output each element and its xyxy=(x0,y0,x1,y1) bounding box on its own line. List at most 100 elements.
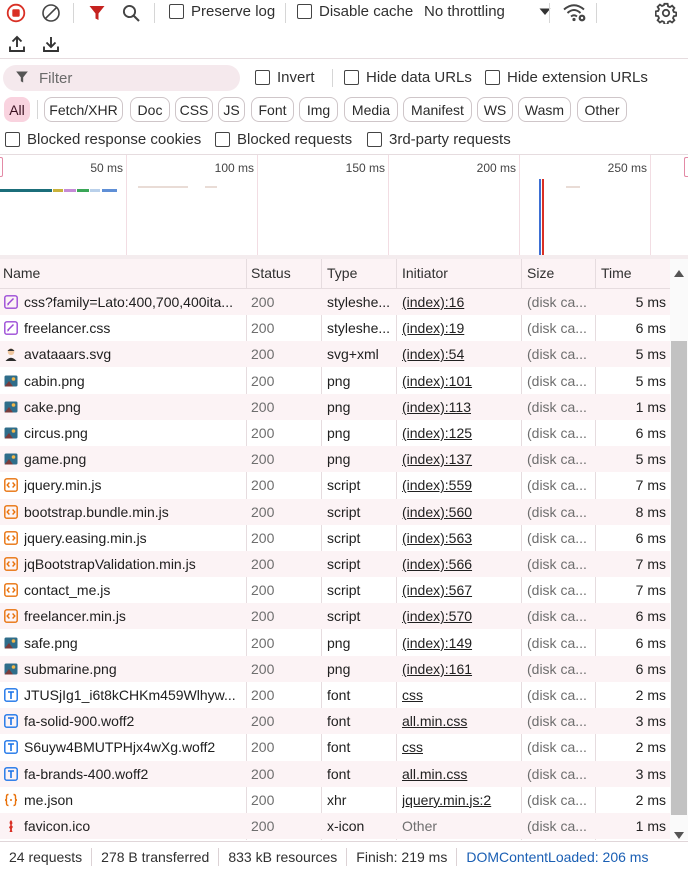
chip-wasm[interactable]: Wasm xyxy=(518,97,571,122)
request-initiator[interactable]: all.min.css xyxy=(402,761,522,787)
request-initiator[interactable]: (index):559 xyxy=(402,472,522,498)
request-name: jquery.min.js xyxy=(24,477,102,494)
invert-checkbox[interactable]: Invert xyxy=(255,69,315,86)
table-row[interactable]: jquery.easing.min.js 200 script (index):563… xyxy=(0,525,670,551)
request-initiator[interactable]: (index):101 xyxy=(402,368,522,394)
chip-all[interactable]: All xyxy=(4,97,30,122)
table-row[interactable]: JTUSjIg1_i6t8kCHKm459Wlhyw... 200 font css (… xyxy=(0,682,670,708)
table-row[interactable]: fa-brands-400.woff2 200 font all.min.css (di… xyxy=(0,760,670,787)
scrollbar-thumb[interactable] xyxy=(671,341,687,815)
hide-data-urls-checkbox[interactable]: Hide data URLs xyxy=(344,69,472,86)
column-header-status[interactable]: Status xyxy=(248,259,291,289)
checkbox-box[interactable] xyxy=(344,70,359,85)
network-conditions-icon[interactable] xyxy=(561,1,587,23)
request-initiator[interactable]: (index):563 xyxy=(402,525,522,551)
checkbox-box[interactable] xyxy=(485,70,500,85)
request-initiator[interactable]: (index):566 xyxy=(402,551,522,577)
blocked-requests-checkbox[interactable]: Blocked requests xyxy=(215,131,352,148)
scroll-up-arrow-icon[interactable] xyxy=(674,264,684,280)
table-row[interactable]: me.json 200 xhr jquery.min.js:2 (disk ca... 2… xyxy=(0,787,670,813)
stylesheet-icon xyxy=(4,321,18,336)
chip-js[interactable]: JS xyxy=(218,97,245,122)
table-row[interactable]: avataaars.svg 200 svg+xml (index):54 (disk c… xyxy=(0,341,670,368)
checkbox-box[interactable] xyxy=(297,4,312,19)
throttling-select[interactable]: No throttling xyxy=(424,3,551,20)
disable-cache-checkbox[interactable]: Disable cache xyxy=(297,3,413,20)
request-initiator[interactable]: jquery.min.js:2 xyxy=(402,787,522,813)
timeline-overview[interactable]: 50 ms 100 ms 150 ms 200 ms 250 ms xyxy=(0,155,688,255)
table-row[interactable]: game.png 200 png (index):137 (disk ca... 5 ms xyxy=(0,446,670,473)
checkbox-box[interactable] xyxy=(215,132,230,147)
table-row[interactable]: circus.png 200 png (index):125 (disk ca... 6 … xyxy=(0,420,670,446)
preserve-log-checkbox[interactable]: Preserve log xyxy=(169,3,275,20)
request-initiator[interactable]: (index):149 xyxy=(402,630,522,656)
table-row[interactable]: bootstrap.bundle.min.js 200 script (index):… xyxy=(0,498,670,525)
table-row[interactable]: jquery.min.js 200 script (index):559 (disk c… xyxy=(0,472,670,498)
network-toolbar: Preserve log Disable cache No throttling xyxy=(0,0,688,58)
request-initiator[interactable]: (index):570 xyxy=(402,603,522,629)
blocked-cookies-checkbox[interactable]: Blocked response cookies xyxy=(5,131,201,148)
chip-img[interactable]: Img xyxy=(299,97,338,122)
timeline-gridline xyxy=(650,155,651,255)
request-initiator[interactable]: (index):137 xyxy=(402,446,522,472)
stop-recording-icon[interactable] xyxy=(5,2,27,24)
request-initiator[interactable]: (index):113 xyxy=(402,394,522,420)
table-row[interactable]: freelancer.css 200 styleshe... (index):19 (d… xyxy=(0,315,670,341)
table-row[interactable]: jqBootstrapValidation.min.js 200 script (in… xyxy=(0,551,670,577)
checkbox-box[interactable] xyxy=(5,132,20,147)
table-row[interactable]: cake.png 200 png (index):113 (disk ca... 1 ms xyxy=(0,393,670,420)
timeline-selection-handle-right[interactable] xyxy=(684,157,688,177)
column-header-type[interactable]: Type xyxy=(324,259,357,289)
request-initiator[interactable]: (index):567 xyxy=(402,577,522,603)
network-summary-bar: 24 requests 278 B transferred 833 kB res… xyxy=(0,841,688,871)
request-initiator[interactable]: css xyxy=(402,734,522,760)
table-row[interactable]: contact_me.js 200 script (index):567 (disk c… xyxy=(0,577,670,603)
request-initiator[interactable]: (index):54 xyxy=(402,341,522,367)
request-initiator[interactable]: (index):19 xyxy=(402,315,522,341)
filter-input[interactable]: Filter xyxy=(3,65,240,91)
table-row[interactable]: cabin.png 200 png (index):101 (disk ca... 5 m… xyxy=(0,368,670,394)
column-header-size[interactable]: Size xyxy=(524,259,554,289)
third-party-checkbox[interactable]: 3rd-party requests xyxy=(367,131,511,148)
search-icon[interactable] xyxy=(120,2,142,24)
chip-doc[interactable]: Doc xyxy=(130,97,170,122)
request-initiator[interactable]: (index):161 xyxy=(402,656,522,682)
column-header-initiator[interactable]: Initiator xyxy=(399,259,448,289)
scroll-down-arrow-icon[interactable] xyxy=(674,826,684,842)
chip-font[interactable]: Font xyxy=(251,97,294,122)
clear-icon[interactable] xyxy=(40,2,62,24)
chip-ws[interactable]: WS xyxy=(477,97,513,122)
table-row[interactable]: css?family=Lato:400,700,400ita... 200 styl… xyxy=(0,289,670,315)
chip-other[interactable]: Other xyxy=(577,97,627,122)
checkbox-box[interactable] xyxy=(367,132,382,147)
column-header-name[interactable]: Name xyxy=(0,259,40,289)
chip-fetch-xhr[interactable]: Fetch/XHR xyxy=(44,97,123,122)
request-size: (disk ca... xyxy=(527,687,587,703)
checkbox-box[interactable] xyxy=(169,4,184,19)
request-name: S6uyw4BMUTPHjx4wXg.woff2 xyxy=(24,739,216,756)
table-row[interactable]: freelancer.min.js 200 script (index):570 (di… xyxy=(0,603,670,630)
table-row[interactable]: submarine.png 200 png (index):161 (disk ca..… xyxy=(0,655,670,682)
hide-extension-urls-checkbox[interactable]: Hide extension URLs xyxy=(485,69,648,86)
chip-css[interactable]: CSS xyxy=(175,97,213,122)
import-har-icon[interactable] xyxy=(6,33,28,55)
request-initiator[interactable]: (index):125 xyxy=(402,420,522,446)
table-row[interactable]: safe.png 200 png (index):149 (disk ca... 6 ms xyxy=(0,630,670,656)
column-header-time[interactable]: Time xyxy=(598,259,632,289)
table-row[interactable]: S6uyw4BMUTPHjx4wXg.woff2 200 font css (disk … xyxy=(0,734,670,760)
request-initiator[interactable]: (index):560 xyxy=(402,499,522,525)
table-row[interactable]: favicon.ico 200 x-icon Other (disk ca... 1 ms xyxy=(0,813,670,839)
chip-media[interactable]: Media xyxy=(344,97,398,122)
image-thumbnail-icon xyxy=(4,426,18,440)
table-row[interactable]: fa-solid-900.woff2 200 font all.min.css (dis… xyxy=(0,708,670,735)
filter-funnel-icon[interactable] xyxy=(86,2,108,24)
timeline-selection-handle-left[interactable] xyxy=(0,157,3,177)
chip-manifest[interactable]: Manifest xyxy=(403,97,472,122)
request-initiator[interactable]: css xyxy=(402,682,522,708)
gear-icon[interactable] xyxy=(654,1,678,25)
checkbox-box[interactable] xyxy=(255,70,270,85)
export-har-icon[interactable] xyxy=(40,33,62,55)
request-initiator[interactable]: all.min.css xyxy=(402,708,522,734)
request-initiator[interactable]: (index):16 xyxy=(402,289,522,315)
font-icon xyxy=(4,688,18,702)
